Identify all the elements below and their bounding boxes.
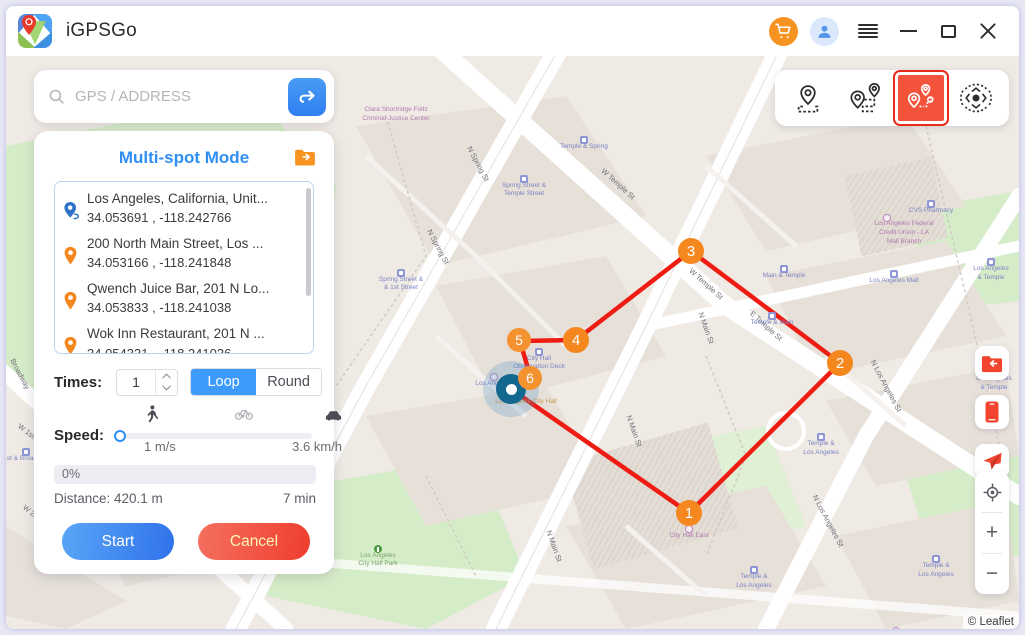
round-option[interactable]: Round xyxy=(256,369,322,395)
times-row: Times: Loop Round xyxy=(54,368,323,396)
route-marker-6[interactable]: 6 xyxy=(518,366,542,390)
speed-slider[interactable] xyxy=(114,429,313,442)
spot-list-item[interactable]: Wok Inn Restaurant, 201 N ... 34.054331 ,… xyxy=(55,321,313,353)
spot-coordinates: 34.053833 , -118.241038 xyxy=(87,300,232,316)
app-window: iGPSGo Clara Shortridge Foltz Criminal J… xyxy=(6,6,1019,629)
orange-pin-icon xyxy=(63,234,83,271)
map-attribution[interactable]: © Leaflet xyxy=(962,615,1019,629)
cancel-button[interactable]: Cancel xyxy=(198,523,310,560)
locate-me-button[interactable] xyxy=(975,472,1009,512)
walk-icon xyxy=(144,405,159,428)
search-input[interactable] xyxy=(73,87,288,106)
folder-import-icon xyxy=(981,355,1003,372)
route-marker-1[interactable]: 1 xyxy=(676,500,702,526)
progress-label: 0% xyxy=(62,467,81,481)
spot-coordinates: 34.054331 , -118.241036 xyxy=(87,345,265,353)
app-logo xyxy=(18,14,52,48)
search-icon xyxy=(48,88,65,105)
mode-selector-bar xyxy=(775,70,1009,126)
speed-mode-icons xyxy=(144,405,342,428)
route-type-toggle: Loop Round xyxy=(190,368,323,396)
spot-name: 200 North Main Street, Los ... xyxy=(87,236,264,252)
close-icon[interactable] xyxy=(973,16,1003,46)
user-icon[interactable] xyxy=(810,16,839,46)
speed-max-label: 3.6 km/h xyxy=(292,439,342,454)
spot-list-item[interactable]: 200 North Main Street, Los ... 34.053166 … xyxy=(55,231,313,276)
route-marker-4[interactable]: 4 xyxy=(563,327,589,353)
route-marker-3[interactable]: 3 xyxy=(678,238,704,264)
app-title: iGPSGo xyxy=(66,20,137,41)
loop-option[interactable]: Loop xyxy=(191,369,257,395)
distance-label: Distance: 420.1 m xyxy=(54,491,163,506)
logo-pin-icon xyxy=(22,15,36,35)
times-stepper[interactable] xyxy=(116,368,179,396)
panel-title: Multi-spot Mode xyxy=(118,148,250,167)
start-button[interactable]: Start xyxy=(62,523,174,560)
spot-name: Qwench Juice Bar, 201 N Lo... xyxy=(87,281,270,297)
joystick-icon[interactable] xyxy=(950,75,1002,121)
times-increment-icon[interactable] xyxy=(156,370,177,383)
title-bar: iGPSGo xyxy=(6,6,1019,56)
distance-row: Distance: 420.1 m 7 min xyxy=(54,491,316,506)
spot-list-scrollbar[interactable] xyxy=(306,188,311,296)
device-button[interactable] xyxy=(975,395,1009,429)
spot-name: Los Angeles, California, Unit... xyxy=(87,191,268,206)
progress-bar: 0% xyxy=(54,465,316,484)
search-go-button[interactable] xyxy=(288,77,326,116)
speed-slider-handle[interactable] xyxy=(114,429,127,442)
maximize-icon[interactable] xyxy=(933,16,963,46)
times-input[interactable] xyxy=(117,373,156,391)
speed-min-label: 1 m/s xyxy=(144,439,176,454)
phone-icon xyxy=(985,401,999,423)
hamburger-menu-icon[interactable] xyxy=(853,16,883,46)
spot-list[interactable]: Los Angeles, California, Unit... 34.05369… xyxy=(54,181,314,354)
multi-pin-route-icon[interactable] xyxy=(893,70,949,126)
orange-pin-icon xyxy=(63,324,83,353)
paper-plane-icon xyxy=(982,452,1002,470)
route-marker-5[interactable]: 5 xyxy=(507,328,531,352)
times-decrement-icon[interactable] xyxy=(156,382,177,395)
two-pin-dashed-icon[interactable] xyxy=(840,75,892,121)
route-marker-2[interactable]: 2 xyxy=(827,350,853,376)
zoom-out-button[interactable]: − xyxy=(975,554,1009,594)
spot-list-item[interactable]: Los Angeles, California, Unit... 34.05369… xyxy=(55,186,313,231)
single-pin-dashed-icon[interactable] xyxy=(782,75,834,121)
minimize-icon[interactable] xyxy=(893,16,923,46)
car-icon xyxy=(325,408,342,426)
speed-label: Speed: xyxy=(54,427,105,444)
action-row: Start Cancel xyxy=(62,523,310,560)
zoom-in-button[interactable]: + xyxy=(975,513,1009,553)
map-canvas[interactable]: Clara Shortridge Foltz Criminal Justice C… xyxy=(6,56,1019,629)
bicycle-icon xyxy=(234,406,253,426)
blue-route-pin-icon xyxy=(63,189,83,226)
map-zoom-controls: + − xyxy=(975,472,1009,594)
spot-list-item[interactable]: Qwench Juice Bar, 201 N Lo... 34.053833 ,… xyxy=(55,276,313,321)
speed-range-labels: 1 m/s 3.6 km/h xyxy=(144,439,342,454)
duration-label: 7 min xyxy=(282,491,316,506)
spot-coordinates: 34.053166 , -118.241848 xyxy=(87,255,232,271)
times-label: Times: xyxy=(54,373,103,391)
spot-name: Wok Inn Restaurant, 201 N ... xyxy=(87,326,265,342)
multi-spot-panel: Multi-spot Mode Los Angeles, California,… xyxy=(34,131,342,574)
cart-icon[interactable] xyxy=(769,16,798,46)
import-route-button[interactable] xyxy=(975,346,1009,380)
spot-coordinates: 34.053691 , -118.242766 xyxy=(87,210,232,226)
search-bar xyxy=(34,70,334,123)
folder-export-icon[interactable] xyxy=(294,148,316,166)
orange-pin-icon xyxy=(63,279,83,316)
